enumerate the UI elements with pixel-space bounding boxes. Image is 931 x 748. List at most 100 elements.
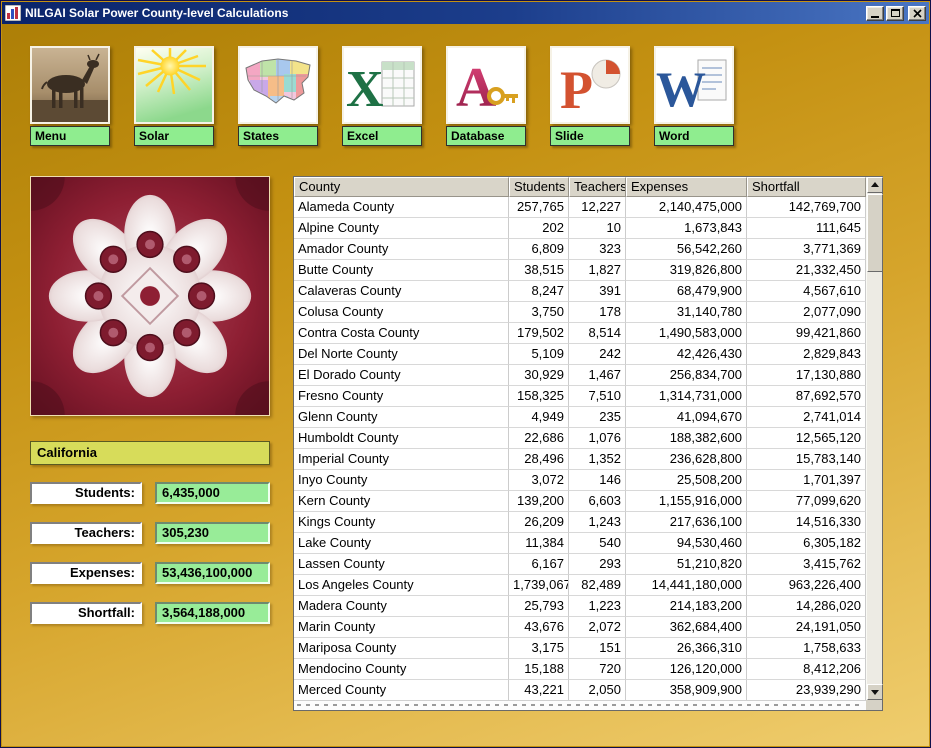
horizontal-scrollbar[interactable] [294,700,866,710]
students-value[interactable]: 6,435,000 [155,482,270,504]
county-cell: Amador County [294,239,509,260]
county-cell: Colusa County [294,302,509,323]
states-button[interactable]: States [238,46,318,146]
value-cell: 14,286,020 [747,596,866,617]
value-cell: 3,415,762 [747,554,866,575]
table-row[interactable]: Kern County 139,200 6,603 1,155,916,000 77,0… [294,491,882,512]
column-header-county[interactable]: County [294,177,509,197]
database-button[interactable]: A Database [446,46,526,146]
county-cell: Los Angeles County [294,575,509,596]
county-table: County Students Teachers Expenses Shortfall … [293,176,883,711]
value-cell: 42,426,430 [626,344,747,365]
value-cell: 236,628,800 [626,449,747,470]
table-row[interactable]: Humboldt County 22,686 1,076 188,382,600 12,… [294,428,882,449]
expenses-value[interactable]: 53,436,100,000 [155,562,270,584]
table-row[interactable]: Alameda County 257,765 12,227 2,140,475,000… [294,197,882,218]
column-header-expenses[interactable]: Expenses [626,177,747,197]
maximize-button[interactable] [886,5,904,21]
table-row[interactable]: Del Norte County 5,109 242 42,426,430 2,829,… [294,344,882,365]
value-cell: 1,155,916,000 [626,491,747,512]
table-row[interactable]: Inyo County 3,072 146 25,508,200 1,701,397 [294,470,882,491]
column-header-teachers[interactable]: Teachers [569,177,626,197]
value-cell: 142,769,700 [747,197,866,218]
county-cell: Marin County [294,617,509,638]
value-cell: 11,384 [509,533,569,554]
value-cell: 25,793 [509,596,569,617]
table-row[interactable]: Mendocino County 15,188 720 126,120,000 8,41… [294,659,882,680]
value-cell: 202 [509,218,569,239]
table-row[interactable]: Mariposa County 3,175 151 26,366,310 1,758,6… [294,638,882,659]
value-cell: 23,939,290 [747,680,866,701]
column-header-students[interactable]: Students [509,177,569,197]
app-window: NILGAI Solar Power County-level Calculat… [0,0,931,748]
access-icon: A [446,46,526,124]
table-row[interactable]: Contra Costa County 179,502 8,514 1,490,583… [294,323,882,344]
value-cell: 146 [569,470,626,491]
vertical-scrollbar[interactable] [866,177,883,700]
county-cell: Alpine County [294,218,509,239]
value-cell: 3,175 [509,638,569,659]
table-row[interactable]: El Dorado County 30,929 1,467 256,834,700 17… [294,365,882,386]
state-name-label: California [30,441,270,465]
word-button-label: Word [654,126,734,146]
minimize-button[interactable] [866,5,884,21]
excel-button[interactable]: X Excel [342,46,422,146]
table-row[interactable]: Madera County 25,793 1,223 214,183,200 14,28… [294,596,882,617]
value-cell: 235 [569,407,626,428]
county-cell: Lake County [294,533,509,554]
value-cell: 256,834,700 [626,365,747,386]
value-cell: 540 [569,533,626,554]
county-cell: Butte County [294,260,509,281]
table-row[interactable]: Glenn County 4,949 235 41,094,670 2,741,014 [294,407,882,428]
value-cell: 43,221 [509,680,569,701]
county-cell: Fresno County [294,386,509,407]
value-cell: 358,909,900 [626,680,747,701]
window-title: NILGAI Solar Power County-level Calculat… [25,6,289,20]
table-row[interactable]: Fresno County 158,325 7,510 1,314,731,000 87… [294,386,882,407]
value-cell: 82,489 [569,575,626,596]
county-cell: Alameda County [294,197,509,218]
value-cell: 12,565,120 [747,428,866,449]
value-cell: 151 [569,638,626,659]
table-row[interactable]: Merced County 43,221 2,050 358,909,900 23,93… [294,680,882,701]
value-cell: 6,603 [569,491,626,512]
value-cell: 158,325 [509,386,569,407]
table-row[interactable]: Los Angeles County 1,739,067 82,489 14,441,… [294,575,882,596]
column-header-shortfall[interactable]: Shortfall [747,177,866,197]
table-row[interactable]: Imperial County 28,496 1,352 236,628,800 15,… [294,449,882,470]
table-row[interactable]: Lake County 11,384 540 94,530,460 6,305,182 [294,533,882,554]
scroll-up-button[interactable] [867,177,883,193]
teachers-value[interactable]: 305,230 [155,522,270,544]
word-button[interactable]: W Word [654,46,734,146]
value-cell: 38,515 [509,260,569,281]
value-cell: 6,167 [509,554,569,575]
county-cell: Calaveras County [294,281,509,302]
value-cell: 87,692,570 [747,386,866,407]
value-cell: 139,200 [509,491,569,512]
svg-text:P: P [560,60,593,120]
value-cell: 68,479,900 [626,281,747,302]
table-row[interactable]: Kings County 26,209 1,243 217,636,100 14,516… [294,512,882,533]
value-cell: 1,673,843 [626,218,747,239]
table-row[interactable]: Butte County 38,515 1,827 319,826,800 21,332… [294,260,882,281]
slide-button[interactable]: P Slide [550,46,630,146]
scroll-down-button[interactable] [867,684,883,700]
vertical-scrollbar-thumb[interactable] [867,194,883,272]
table-row[interactable]: Amador County 6,809 323 56,542,260 3,771,369 [294,239,882,260]
table-row[interactable]: Colusa County 3,750 178 31,140,780 2,077,090 [294,302,882,323]
solar-button[interactable]: Solar [134,46,214,146]
table-row[interactable]: Calaveras County 8,247 391 68,479,900 4,567,… [294,281,882,302]
table-row[interactable]: Alpine County 202 10 1,673,843 111,645 [294,218,882,239]
value-cell: 12,227 [569,197,626,218]
arrow-up-icon [871,182,879,187]
excel-button-label: Excel [342,126,422,146]
value-cell: 14,516,330 [747,512,866,533]
titlebar[interactable]: NILGAI Solar Power County-level Calculat… [2,2,929,24]
value-cell: 217,636,100 [626,512,747,533]
value-cell: 179,502 [509,323,569,344]
shortfall-value[interactable]: 3,564,188,000 [155,602,270,624]
menu-button[interactable]: Menu [30,46,110,146]
table-row[interactable]: Marin County 43,676 2,072 362,684,400 24,191… [294,617,882,638]
table-row[interactable]: Lassen County 6,167 293 51,210,820 3,415,762 [294,554,882,575]
close-button[interactable] [908,5,926,21]
